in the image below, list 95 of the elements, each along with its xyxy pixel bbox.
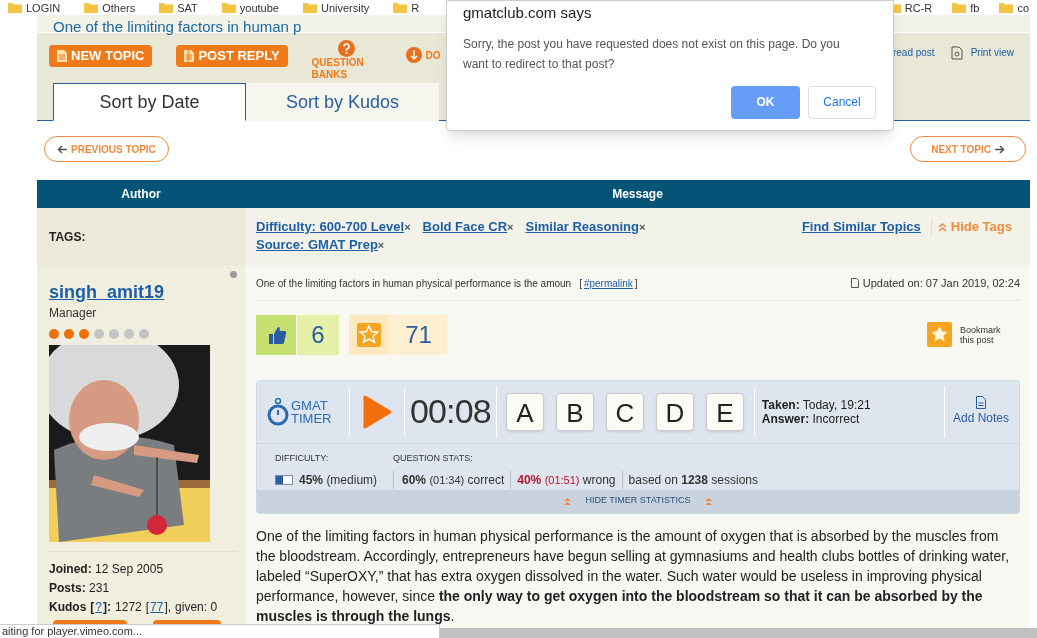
folder-icon (221, 2, 236, 13)
answer-info: Answer: Incorrect (761, 411, 861, 426)
post-subject: One of the limiting factors in human physical performance is the amoun (256, 276, 572, 291)
bracket: ]: (103, 599, 112, 616)
correct-stat: 60% (01:34) correct (393, 471, 511, 489)
bookmark-link[interactable]: co (1017, 1, 1029, 14)
author-name-link[interactable]: singh_amit19 (49, 279, 165, 306)
wrong-stat: 40% (01:51) wrong (510, 471, 622, 489)
answer-choice-button[interactable]: C (605, 392, 644, 431)
arrow-right-icon (995, 144, 1005, 154)
remove-tag-mark[interactable]: × (404, 218, 411, 236)
folder-icon (999, 2, 1014, 13)
topic-title: One of the limiting factors in human p (53, 18, 302, 36)
dialog-message: Sorry, the post you have requested does not exist on this page. Do you want to redirect to that post? (463, 35, 841, 73)
double-chevron-up-icon (937, 222, 947, 232)
loading-status-toast: aiting for player.vimeo.com... (0, 624, 440, 638)
double-chevron-up-icon (564, 497, 572, 505)
bracket: [ (145, 599, 150, 616)
kudos-count: 6 (297, 314, 339, 355)
print-icon (950, 45, 963, 60)
document-icon (184, 50, 195, 62)
help-link[interactable]: ? (95, 598, 103, 617)
column-header: Author (120, 186, 162, 203)
timer-logo-text: GMAT (291, 398, 329, 412)
tag-link[interactable]: Similar Reasoning (525, 218, 639, 236)
folder-icon (84, 2, 99, 13)
difficulty-meter (275, 475, 293, 485)
question-stats-label: QUESTION STATS: (393, 451, 474, 465)
arrow-left-icon (57, 144, 67, 154)
folder-icon (159, 2, 174, 13)
answer-choice-button[interactable]: B (555, 392, 594, 431)
stopwatch-icon (267, 397, 289, 426)
dialog-title: gmatclub.com says (463, 3, 593, 23)
kudos-label: Kudos (49, 599, 87, 616)
bookmark-link[interactable]: LOGIN (26, 1, 61, 14)
folder-icon (8, 2, 22, 13)
bookmark-count: 71 (390, 314, 447, 355)
permalink-link[interactable]: #permalink (583, 275, 633, 291)
bracket: [ (579, 276, 582, 291)
double-chevron-up-icon (704, 497, 712, 505)
timer-display: 00:08 (410, 391, 491, 432)
tag-link[interactable]: Bold Face CR (422, 218, 508, 236)
document-icon (57, 50, 67, 62)
remove-tag-mark[interactable]: × (377, 236, 385, 254)
answer-choice-button[interactable]: E (705, 392, 744, 431)
kudos-given: given: 0 (175, 599, 218, 616)
bookmark-link[interactable]: Bookmark this post (960, 324, 1010, 345)
author-stat: Joined: 12 Sep 2005 (49, 561, 165, 578)
kudos-link[interactable]: 77 (150, 598, 164, 617)
download-icon (405, 47, 422, 63)
difficulty-label: DIFFICULTY: (275, 451, 330, 465)
bracket: ], (164, 599, 172, 616)
kudos-received: 1272 (115, 599, 142, 616)
answer-choice-button[interactable]: D (655, 392, 694, 431)
timer-logo-text: TIMER (291, 411, 332, 425)
folder-icon (303, 2, 317, 13)
sort-tab[interactable]: Sort by Kudos (246, 83, 439, 121)
remove-tag-mark[interactable]: × (507, 218, 514, 236)
bookmark-link[interactable]: R (411, 1, 420, 14)
sort-tab[interactable]: Sort by Date (53, 83, 246, 121)
document-icon (850, 278, 859, 289)
bookmark-link[interactable]: SAT (177, 1, 198, 14)
updated-date: Updated on: 07 Jan 2019, 02:24 (862, 276, 1020, 291)
bookmark-link[interactable]: RC-R (904, 1, 933, 14)
add-notes-button[interactable]: Add Notes (944, 396, 1009, 427)
tag-link[interactable]: Difficulty: 600-700 Level (256, 218, 405, 236)
hide-timer-statistics-button[interactable]: HIDE TIMER STATISTICS (257, 489, 1019, 513)
question-text: One of the limiting factors in human physical performance is the amount of oxygen that is absorbed by the muscles from the bloodstream. Accordingly, entrepreneurs have begun selling at gymnasiums and health clubs bottles of drinking water, labeled “SuperOXY,” that has extra oxygen dissolved in the water. Such water would be useless in improving physical performance, however, since the only way to get oxygen into the bloodstream so that it can be absorbed by the muscles is through the lungs. (256, 526, 1011, 626)
bracket: [ (90, 599, 95, 616)
cancel-button[interactable]: Cancel (808, 85, 876, 119)
folder-icon (952, 2, 967, 13)
help-icon (338, 40, 356, 57)
column-header: Message (611, 186, 664, 203)
tag-link[interactable]: Source: GMAT Prep (256, 236, 378, 254)
find-similar-topics-link[interactable]: Find Similar Topics (801, 218, 921, 236)
read-post-link[interactable]: read post (892, 45, 935, 60)
play-icon (362, 394, 392, 429)
play-button[interactable] (362, 394, 392, 429)
author-stat: Posts: 231 (49, 580, 111, 597)
document-icon (975, 396, 986, 409)
bookmark-link[interactable]: fb (970, 1, 980, 14)
print-view-link[interactable]: Print view (970, 45, 1014, 60)
author-rank: Manager (49, 306, 98, 320)
taken-info: Taken: Today, 19:21 (761, 397, 871, 412)
answer-choice-button[interactable]: A (505, 392, 544, 431)
bookmark-link[interactable]: youtube (239, 1, 279, 14)
tags-label: TAGS: (49, 228, 86, 246)
remove-tag-mark[interactable]: × (638, 218, 646, 236)
sessions-stat: based on 1238 sessions (621, 471, 758, 489)
difficulty-value: 45% (medium) (299, 472, 378, 489)
bookmark-link[interactable]: University (321, 1, 370, 14)
folder-icon (393, 2, 408, 13)
thumbs-up-icon (256, 314, 296, 355)
bracket: ] (634, 276, 638, 291)
bookmark-link[interactable]: Others (102, 1, 136, 14)
